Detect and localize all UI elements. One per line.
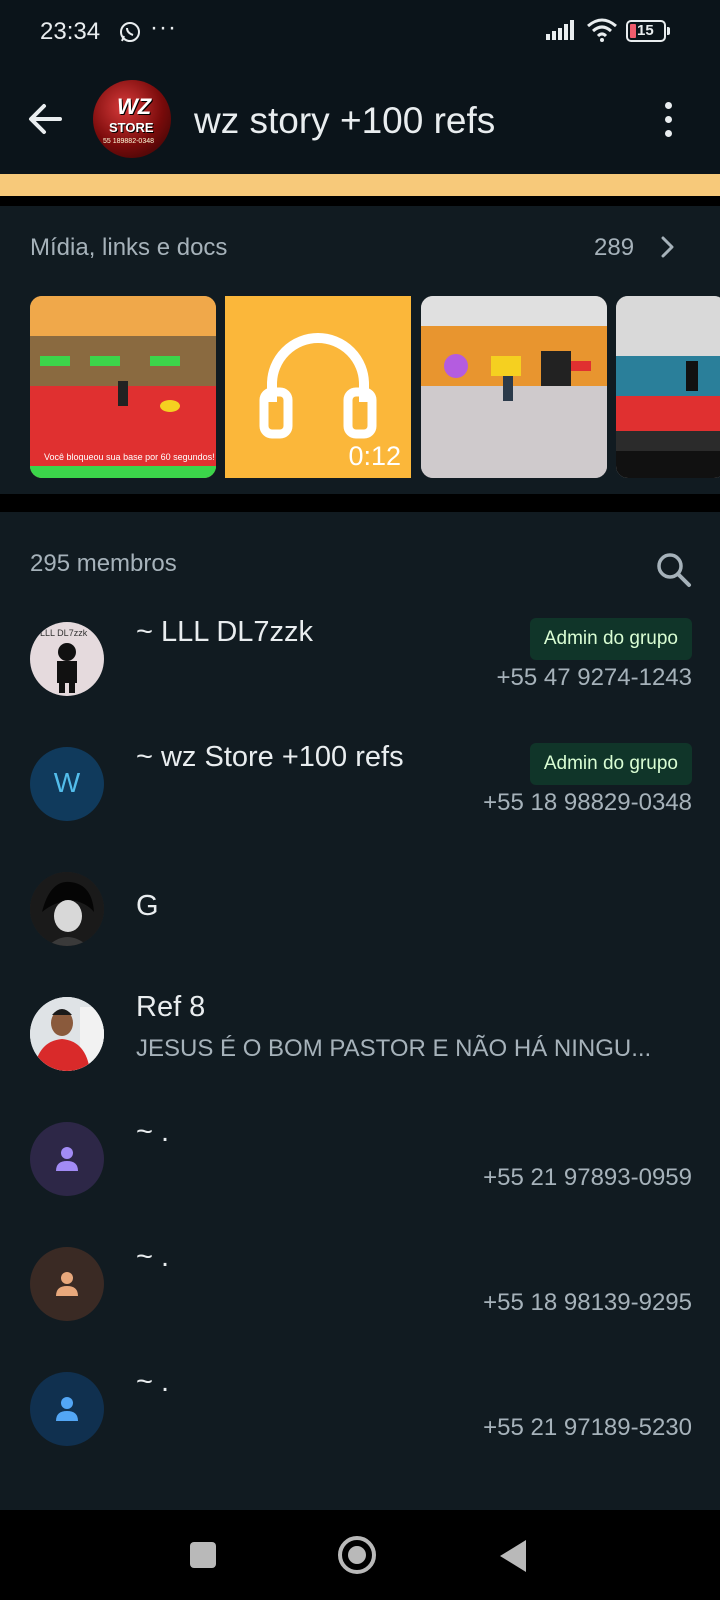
group-avatar-store-text: STORE xyxy=(109,120,154,135)
avatar xyxy=(30,1247,104,1321)
avatar-initial: W xyxy=(53,767,81,798)
member-phone: +55 21 97189-5230 xyxy=(483,1414,692,1441)
status-bar: 23:34 ··· 15 xyxy=(0,0,720,66)
media-thumbnail[interactable]: Você bloqueou sua base por 60 segundos! xyxy=(30,296,216,478)
member-phone: +55 47 9274-1243 xyxy=(496,664,692,691)
accent-strip xyxy=(0,174,720,196)
section-divider xyxy=(0,196,720,206)
chevron-right-icon[interactable] xyxy=(656,232,680,262)
member-name: ~ . xyxy=(136,1366,170,1398)
member-phone: +55 18 98829-0348 xyxy=(483,789,692,816)
search-icon[interactable] xyxy=(656,552,692,588)
admin-badge: Admin do grupo xyxy=(529,743,692,785)
member-phone: +55 21 97893-0959 xyxy=(483,1164,692,1191)
member-row[interactable]: W ~ wz Store +100 refs Admin do grupo +5… xyxy=(0,727,720,853)
members-count: 295 membros xyxy=(30,550,177,577)
more-options-icon[interactable] xyxy=(656,100,680,140)
avatar xyxy=(30,997,104,1071)
group-title[interactable]: wz story +100 refs xyxy=(194,100,495,142)
member-name: Ref 8 xyxy=(136,991,206,1023)
member-row[interactable]: ~ . +55 21 97189-5230 xyxy=(0,1352,720,1478)
member-name: ~ wz Store +100 refs xyxy=(136,741,404,773)
person-icon xyxy=(55,1146,79,1177)
battery-icon: 15 xyxy=(626,20,670,42)
audio-thumbnail[interactable]: 0:12 xyxy=(225,296,411,478)
avatar: W xyxy=(30,747,104,821)
member-name: ~ . xyxy=(136,1116,170,1148)
media-count: 289 xyxy=(594,234,635,261)
person-icon xyxy=(55,1396,79,1427)
audio-duration: 0:12 xyxy=(348,441,401,471)
avatar xyxy=(30,1122,104,1196)
member-row[interactable]: LLL DL7zzk ~ LLL DL7zzk Admin do grupo +… xyxy=(0,602,720,728)
status-more-dots: ··· xyxy=(150,14,177,41)
member-name: ~ LLL DL7zzk xyxy=(136,616,314,648)
person-icon xyxy=(55,1271,79,1302)
member-name: ~ . xyxy=(136,1241,170,1273)
recent-apps-icon[interactable] xyxy=(190,1542,216,1568)
back-arrow-icon[interactable] xyxy=(26,100,64,138)
media-section: Mídia, links e docs 289 Você bloqueou su… xyxy=(0,206,720,494)
group-avatar[interactable]: WZ STORE 55 189882-0348 xyxy=(93,80,171,158)
media-title[interactable]: Mídia, links e docs xyxy=(30,234,227,262)
signal-icon xyxy=(546,20,576,45)
member-row[interactable]: ~ . +55 18 98139-9295 xyxy=(0,1227,720,1353)
group-avatar-logo-text: WZ xyxy=(117,94,152,119)
member-row[interactable]: ~ . +55 21 97893-0959 xyxy=(0,1102,720,1228)
avatar: LLL DL7zzk xyxy=(30,622,104,696)
members-section: 295 membros LLL DL7zzk ~ LLL DL7zzk Admi… xyxy=(0,512,720,1510)
member-phone: +55 18 98139-9295 xyxy=(483,1289,692,1316)
admin-badge: Admin do grupo xyxy=(529,618,692,660)
media-thumbnail[interactable] xyxy=(616,296,720,478)
group-header: WZ STORE 55 189882-0348 wz story +100 re… xyxy=(0,66,720,174)
whatsapp-icon xyxy=(118,20,142,49)
avatar xyxy=(30,872,104,946)
system-nav-bar xyxy=(0,1510,720,1600)
battery-level: 15 xyxy=(637,22,654,39)
status-time: 23:34 xyxy=(40,18,101,45)
member-row[interactable]: G xyxy=(0,852,720,978)
member-about: JESUS É O BOM PASTOR E NÃO HÁ NINGU... xyxy=(136,1035,652,1062)
back-triangle-icon[interactable] xyxy=(500,1540,526,1572)
wifi-icon xyxy=(586,18,618,47)
section-divider xyxy=(0,494,720,512)
home-icon[interactable] xyxy=(338,1536,376,1574)
avatar xyxy=(30,1372,104,1446)
group-avatar-phone-text: 55 189882-0348 xyxy=(103,138,154,145)
media-caption: Você bloqueou sua base por 60 segundos! xyxy=(44,452,215,462)
media-thumbnail[interactable] xyxy=(421,296,607,478)
member-name: G xyxy=(136,890,159,922)
headphones-icon xyxy=(258,322,378,447)
member-row[interactable]: Ref 8 JESUS É O BOM PASTOR E NÃO HÁ NING… xyxy=(0,977,720,1103)
